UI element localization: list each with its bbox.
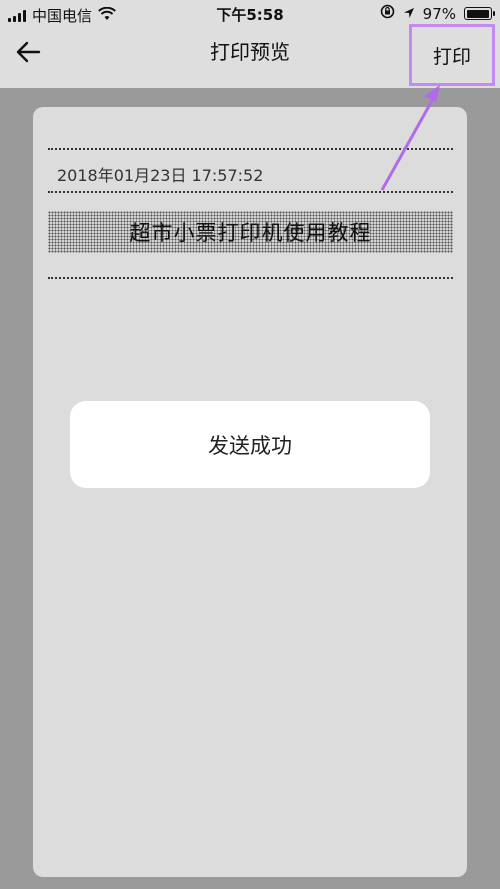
navigation-bar: 打印预览 打印 <box>0 24 500 88</box>
receipt-timestamp: 2018年01月23日 17:57:52 <box>57 166 264 185</box>
battery-percent: 97% <box>422 4 456 23</box>
receipt-preview: 2018年01月23日 17:57:52 超市小票打印机使用教程 <box>33 107 467 877</box>
location-icon <box>403 5 415 23</box>
receipt-title: 超市小票打印机使用教程 <box>129 221 372 245</box>
annotation-arrow-icon <box>380 85 440 191</box>
status-right: 97% <box>380 4 495 23</box>
battery-icon <box>464 7 495 20</box>
receipt-title-band: 超市小票打印机使用教程 <box>48 211 453 253</box>
divider <box>48 277 453 279</box>
print-button[interactable]: 打印 <box>409 24 495 86</box>
success-toast: 发送成功 <box>70 401 430 488</box>
rotation-lock-icon <box>380 4 395 23</box>
battery-level <box>466 9 489 18</box>
